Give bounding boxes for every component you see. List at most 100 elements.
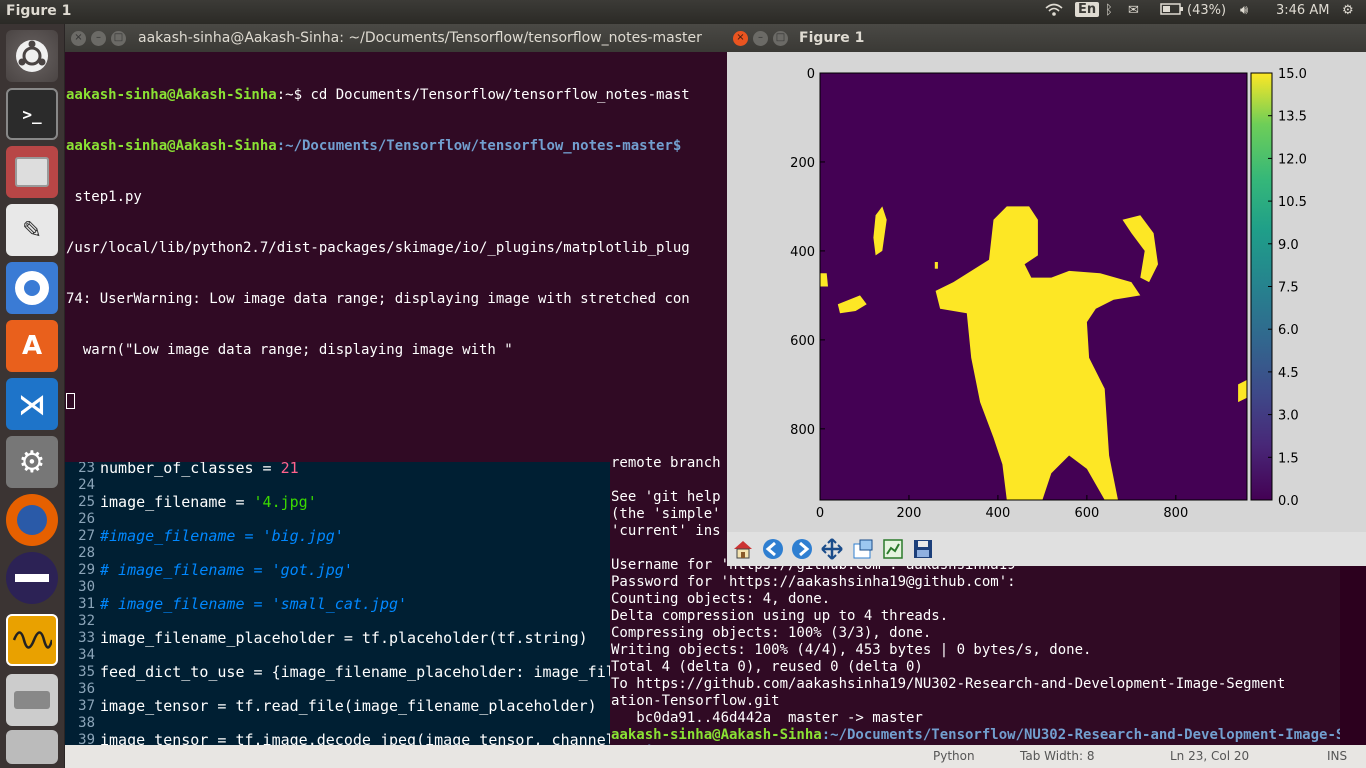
configure-icon[interactable] (880, 536, 906, 562)
code-token: image_filename = (100, 493, 254, 511)
output-line: /usr/local/lib/python2.7/dist-packages/s… (66, 240, 690, 256)
gear-icon[interactable]: ⚙ (1342, 3, 1354, 18)
minimize-icon[interactable]: – (753, 31, 768, 46)
prompt-user: aakash-sinha@Aakash-Sinha (611, 727, 822, 743)
forward-icon[interactable] (789, 536, 815, 562)
language-selector[interactable]: Python (933, 749, 975, 763)
x-tick-label: 600 (1074, 506, 1099, 521)
trash-drive-icon[interactable] (6, 730, 58, 764)
colorbar-tick-label: 6.0 (1278, 323, 1299, 338)
colorbar-tick-label: 4.5 (1278, 366, 1299, 381)
firefox-icon[interactable] (6, 494, 58, 546)
output-line: Compressing objects: 100% (3/3), done. (611, 625, 932, 641)
y-tick-label: 200 (790, 156, 815, 171)
code-line: image_tensor = tf.image.decode_jpeg(imag… (100, 731, 610, 745)
figure-toolbar (727, 532, 1366, 566)
terminal-titlebar[interactable]: × – □ aakash-sinha@Aakash-Sinha: ~/Docum… (65, 24, 727, 52)
colorbar-tick-label: 7.5 (1278, 281, 1299, 296)
code-token: # image_filename = 'small_cat.jpg' (100, 595, 408, 613)
y-tick-label: 0 (807, 67, 815, 82)
output-line: Total 4 (delta 0), reused 0 (delta 0) (611, 659, 923, 675)
chromium-icon[interactable] (6, 262, 58, 314)
line-number: 30 (78, 579, 95, 595)
prompt-path: :~/Documents/Tensorflow/tensorflow_notes… (276, 138, 682, 154)
y-tick-label: 400 (790, 245, 815, 260)
drive-icon[interactable] (6, 674, 58, 726)
mail-icon[interactable]: ✉ (1128, 3, 1139, 18)
editor-statusbar: Python Tab Width: 8 Ln 23, Col 20 INS (65, 745, 1366, 768)
volume-icon[interactable]: 🔊︎ (1240, 3, 1248, 18)
prompt-path: :~/Documents/Tensorflow/NU302-Research-a… (821, 727, 1340, 743)
command-text: cd Documents/Tensorflow/tensorflow_notes… (302, 87, 690, 103)
output-line: warn("Low image data range; displaying i… (66, 342, 513, 358)
line-number: 29 (78, 562, 95, 578)
text-editor-icon[interactable]: ✎ (6, 204, 58, 256)
code-token: image_filename_placeholder = tf.placehol… (100, 629, 588, 647)
x-tick-label: 800 (1163, 506, 1188, 521)
system-settings-icon[interactable]: ⚙ (6, 436, 58, 488)
y-tick-label: 600 (790, 334, 815, 349)
maximize-icon[interactable]: □ (111, 31, 126, 46)
output-line: Delta compression using up to 4 threads. (611, 608, 949, 624)
output-line: Counting objects: 4, done. (611, 591, 831, 607)
code-token: # image_filename = 'got.jpg' (100, 561, 353, 579)
line-number: 38 (78, 715, 95, 731)
terminal-icon[interactable]: >_ (6, 88, 58, 140)
battery-percent: (43%) (1187, 3, 1227, 18)
back-icon[interactable] (760, 536, 786, 562)
y-tick-label: 800 (790, 423, 815, 438)
minimize-icon[interactable]: – (91, 31, 106, 46)
line-number: 25 (78, 494, 95, 510)
software-center-icon[interactable]: A (6, 320, 58, 372)
line-number: 26 (78, 511, 95, 527)
battery-icon[interactable] (1160, 3, 1184, 19)
x-tick-label: 0 (816, 506, 824, 521)
launcher: >_ ✎ A ⋊ ⚙ (0, 24, 65, 768)
output-line: bc0da91..46d442a master -> master (611, 710, 923, 726)
maximize-icon[interactable]: □ (773, 31, 788, 46)
line-number: 27 (78, 528, 95, 544)
code-token: #image_filename = 'big.jpg' (100, 527, 344, 545)
vscode-icon[interactable]: ⋊ (6, 378, 58, 430)
code-token: image_tensor = tf.read_file(image_filena… (100, 697, 597, 715)
output-line: Password for 'https://aakashsinha19@gith… (611, 574, 1016, 590)
prompt-user: aakash-sinha@Aakash-Sinha (66, 138, 277, 154)
files-icon[interactable] (6, 146, 58, 198)
system-monitor-icon[interactable] (6, 614, 58, 666)
x-tick-label: 200 (897, 506, 922, 521)
terminal-window[interactable]: × – □ aakash-sinha@Aakash-Sinha: ~/Docum… (65, 24, 727, 462)
code-line: image_tensor = tf.read_file(image_filena… (100, 697, 597, 715)
wifi-icon[interactable] (1045, 3, 1063, 21)
plot-canvas[interactable]: 0 200 400 600 800 0 200 400 600 800 15.0 13.5 12.0 10… (727, 52, 1366, 532)
terminal-title: aakash-sinha@Aakash-Sinha: ~/Documents/T… (138, 30, 702, 46)
zoom-icon[interactable] (850, 536, 876, 562)
home-icon[interactable] (730, 536, 756, 562)
keyboard-layout-indicator[interactable]: En (1075, 2, 1100, 17)
ubuntu-logo-icon[interactable] (6, 30, 58, 82)
colorbar-tick-label: 13.5 (1278, 110, 1307, 125)
eclipse-icon[interactable] (6, 552, 58, 604)
save-icon[interactable] (910, 536, 936, 562)
clock[interactable]: 3:46 AM (1276, 3, 1329, 18)
prompt-user: aakash-sinha@Aakash-Sinha (66, 87, 277, 103)
colorbar-tick-label: 12.0 (1278, 152, 1307, 167)
tab-width-selector[interactable]: Tab Width: 8 (1020, 749, 1094, 763)
figure-titlebar[interactable]: × – □ Figure 1 (727, 24, 1366, 52)
code-line: image_filename_placeholder = tf.placehol… (100, 629, 588, 647)
line-number: 28 (78, 545, 95, 561)
output-line: Writing objects: 100% (4/4), 453 bytes |… (611, 642, 1092, 658)
figure-window[interactable]: × – □ Figure 1 0 200 400 600 800 0 200 400 600 80… (727, 24, 1366, 566)
line-number: 35 (78, 664, 95, 680)
insert-mode: INS (1327, 749, 1348, 763)
terminal-output: aakash-sinha@Aakash-Sinha:~$ cd Document… (66, 53, 690, 448)
colorbar-tick-label: 0.0 (1278, 494, 1299, 509)
pan-icon[interactable] (819, 536, 845, 562)
close-icon[interactable]: × (733, 31, 748, 46)
colorbar-tick-label: 3.0 (1278, 409, 1299, 424)
output-line: To https://github.com/aakashsinha19/NU30… (611, 676, 1286, 692)
close-icon[interactable]: × (71, 31, 86, 46)
line-number: 23 (78, 462, 95, 476)
code-editor[interactable]: 23 number_of_classes = 21 24 25 image_filena… (65, 462, 610, 745)
output-line: ation-Tensorflow.git (611, 693, 780, 709)
bluetooth-icon[interactable]: ᛒ (1105, 3, 1113, 18)
